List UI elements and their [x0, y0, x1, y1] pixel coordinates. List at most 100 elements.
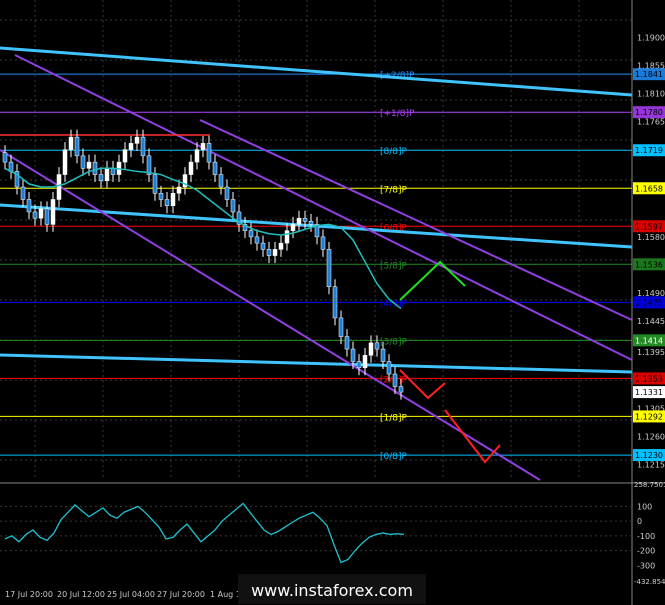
osc-tick-label: -200 [637, 547, 655, 556]
candle-body [260, 242, 266, 250]
candle-body [218, 174, 224, 188]
candle-body [194, 149, 200, 163]
candle-body [68, 136, 74, 150]
osc-tick-label: -100 [637, 532, 655, 541]
candle-body [134, 136, 140, 144]
time-label: 17 Jul 20:00 [5, 590, 53, 599]
candle-body [32, 211, 38, 219]
candle-body [62, 149, 68, 175]
osc-max-label: 258.7501 [634, 481, 665, 489]
price-tag-label: 1.1841 [635, 70, 663, 79]
candle-body [170, 192, 176, 206]
candle-body [224, 186, 230, 200]
time-label: 27 Jul 20:00 [157, 590, 205, 599]
candle-body [392, 373, 398, 387]
candle-body [278, 242, 284, 250]
price-tag-label: 1.1536 [635, 260, 663, 269]
candle-body [332, 286, 338, 319]
candle-body [326, 249, 332, 288]
price-tick-label: 1.1810 [637, 90, 665, 99]
murrey-label: [7/8]P [380, 185, 408, 195]
candle-body [20, 186, 26, 200]
watermark: www.instaforex.com [238, 574, 426, 604]
candle-body [320, 236, 326, 250]
candle-body [146, 155, 152, 175]
price-tick-label: 1.1215 [637, 460, 665, 469]
time-label: 20 Jul 12:00 [57, 590, 105, 599]
candle-body [296, 217, 302, 225]
candle-body [344, 336, 350, 350]
murrey-label: [3/8]P [380, 337, 408, 347]
price-tag-label: 1.1414 [635, 336, 663, 345]
candle-body [302, 217, 308, 222]
murrey-label: [0/8]P [380, 452, 408, 462]
price-tag-label: 1.1597 [635, 222, 663, 231]
price-tag-label: 1.1658 [635, 184, 663, 193]
price-tag-label: 1.1780 [635, 108, 663, 117]
candle-body [86, 161, 92, 169]
candle-body [92, 161, 98, 175]
candle-body [50, 199, 56, 225]
murrey-label: [+1/8]P [380, 109, 415, 119]
candle-body [164, 199, 170, 206]
candle-body [380, 348, 386, 362]
candle-body [80, 155, 86, 169]
price-tick-label: 1.1580 [637, 233, 665, 242]
candle-body [266, 249, 272, 256]
candle-body [212, 161, 218, 175]
candle-body [152, 174, 158, 194]
price-tick-label: 1.1765 [637, 118, 665, 127]
murrey-label: [4/8]P [380, 299, 408, 309]
candle-body [104, 168, 110, 182]
price-tick-label: 1.1445 [637, 317, 665, 326]
candle-body [284, 230, 290, 244]
candle-body [98, 174, 104, 182]
osc-min-label: -432.8544 [634, 578, 665, 586]
watermark-text: www.instaforex.com [251, 581, 413, 600]
candle-body [122, 149, 128, 163]
candle-body [200, 143, 206, 150]
candle-body [140, 136, 146, 157]
candle-body [248, 230, 254, 238]
price-tick-label: 1.1900 [637, 33, 665, 42]
candle-body [110, 168, 116, 175]
osc-tick-label: 0 [637, 517, 642, 526]
candle-body [56, 174, 62, 200]
candle-body [368, 342, 374, 356]
price-chart: [8/8]P[7/8]P[6/8]P[5/8]P[4/8]P[3/8]P[2/8… [0, 0, 665, 605]
candle-body [254, 236, 260, 244]
candle-body [188, 161, 194, 175]
candle-body [38, 208, 44, 219]
time-axis: 17 Jul 20:00 20 Jul 12:00 25 Jul 04:00 27 J… [5, 590, 259, 599]
osc-tick-label: 100 [637, 502, 652, 511]
candle-body [176, 186, 182, 194]
candle-body [158, 192, 164, 200]
candle-body [374, 342, 380, 350]
murrey-label: [5/8]P [380, 261, 408, 271]
candle-body [26, 199, 32, 213]
price-tag-label: 1.1475 [635, 298, 663, 307]
murrey-label: [8/8]P [380, 147, 408, 157]
candle-body [386, 361, 392, 375]
candle-body [206, 143, 212, 163]
price-tag-label: 1.1292 [635, 412, 663, 421]
candle-body [128, 143, 134, 150]
price-tag-label: 1.1331 [635, 388, 663, 397]
candle-body [398, 386, 404, 393]
candle-body [362, 355, 368, 369]
candle-body [356, 361, 362, 369]
price-tag-label: 1.1230 [635, 451, 663, 460]
time-label: 25 Jul 04:00 [107, 590, 155, 599]
price-tag-label: 1.1719 [635, 146, 663, 155]
candle-body [272, 249, 278, 256]
price-tag-label: 1.1353 [635, 374, 663, 383]
price-tick-label: 1.1395 [637, 348, 665, 357]
osc-tick-label: -300 [637, 561, 655, 570]
candle-body [2, 152, 8, 163]
price-tick-label: 1.1260 [637, 432, 665, 441]
murrey-label: [1/8]P [380, 413, 408, 423]
candle-body [230, 199, 236, 213]
candle-body [338, 317, 344, 337]
candle-body [308, 221, 314, 225]
candle-body [350, 348, 356, 362]
